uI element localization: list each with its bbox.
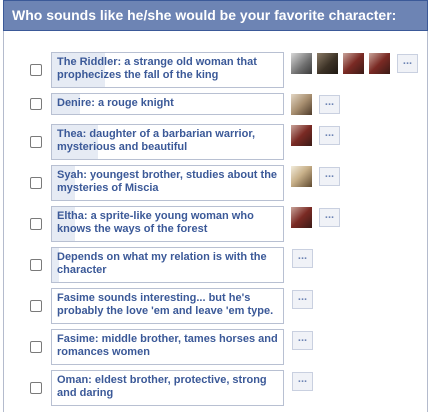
poll-option-row: Depends on what my relation is with the … <box>4 247 428 283</box>
voter-avatar[interactable] <box>290 206 313 229</box>
option-checkbox[interactable] <box>30 64 42 76</box>
more-voters-button[interactable]: ... <box>319 95 340 114</box>
option-result-box[interactable]: Syah: youngest brother, studies about th… <box>51 165 284 201</box>
option-checkbox[interactable] <box>30 341 42 353</box>
poll-option-row: Oman: eldest brother, protective, strong… <box>4 370 428 406</box>
option-result-box[interactable]: Thea: daughter of a barbarian warrior, m… <box>51 124 284 160</box>
poll-option-row: Thea: daughter of a barbarian warrior, m… <box>4 124 428 160</box>
option-label: Fasime: middle brother, tames horses and… <box>57 333 278 358</box>
option-label: Depends on what my relation is with the … <box>57 251 267 276</box>
option-result-box[interactable]: Oman: eldest brother, protective, strong… <box>51 370 284 406</box>
option-checkbox[interactable] <box>30 177 42 189</box>
poll-option-row: Fasime: middle brother, tames horses and… <box>4 329 428 365</box>
option-checkbox[interactable] <box>30 259 42 271</box>
option-label: Oman: eldest brother, protective, strong… <box>57 374 267 399</box>
option-checkbox[interactable] <box>30 382 42 394</box>
more-voters-button[interactable]: ... <box>319 208 340 227</box>
poll-option-row: Fasime sounds interesting... but he's pr… <box>4 288 428 324</box>
option-result-box[interactable]: The Riddler: a strange old woman that pr… <box>51 52 284 88</box>
option-label: The Riddler: a strange old woman that pr… <box>57 56 257 81</box>
voter-avatar[interactable] <box>290 124 313 147</box>
option-result-box[interactable]: Fasime sounds interesting... but he's pr… <box>51 288 284 324</box>
option-label: Denire: a rouge knight <box>57 97 174 109</box>
option-checkbox[interactable] <box>30 300 42 312</box>
voter-avatar[interactable] <box>290 52 313 75</box>
option-checkbox[interactable] <box>30 98 42 110</box>
more-voters-button[interactable]: ... <box>292 290 313 309</box>
voter-avatar[interactable] <box>290 165 313 188</box>
option-label: Thea: daughter of a barbarian warrior, m… <box>57 128 256 153</box>
option-result-box[interactable]: Depends on what my relation is with the … <box>51 247 284 283</box>
option-result-box[interactable]: Eltha: a sprite-like young woman who kno… <box>51 206 284 242</box>
voter-avatar[interactable] <box>290 93 313 116</box>
poll-option-row: Denire: a rouge knight... <box>4 93 428 116</box>
option-label: Eltha: a sprite-like young woman who kno… <box>57 210 254 235</box>
option-checkbox[interactable] <box>30 136 42 148</box>
poll-options-list: The Riddler: a strange old woman that pr… <box>3 31 428 412</box>
voter-avatar[interactable] <box>316 52 339 75</box>
more-voters-button[interactable]: ... <box>292 331 313 350</box>
poll-panel: Who sounds like he/she would be your fav… <box>3 0 428 412</box>
voter-avatar[interactable] <box>342 52 365 75</box>
voter-avatar[interactable] <box>368 52 391 75</box>
more-voters-button[interactable]: ... <box>319 126 340 145</box>
option-result-box[interactable]: Fasime: middle brother, tames horses and… <box>51 329 284 365</box>
poll-question: Who sounds like he/she would be your fav… <box>3 0 428 31</box>
option-label: Syah: youngest brother, studies about th… <box>57 169 278 194</box>
more-voters-button[interactable]: ... <box>319 167 340 186</box>
option-result-box[interactable]: Denire: a rouge knight <box>51 93 284 115</box>
more-voters-button[interactable]: ... <box>292 372 313 391</box>
poll-option-row: Syah: youngest brother, studies about th… <box>4 165 428 201</box>
option-label: Fasime sounds interesting... but he's pr… <box>57 292 274 317</box>
option-checkbox[interactable] <box>30 218 42 230</box>
poll-option-row: The Riddler: a strange old woman that pr… <box>4 52 428 88</box>
more-voters-button[interactable]: ... <box>397 54 418 73</box>
more-voters-button[interactable]: ... <box>292 249 313 268</box>
poll-option-row: Eltha: a sprite-like young woman who kno… <box>4 206 428 242</box>
